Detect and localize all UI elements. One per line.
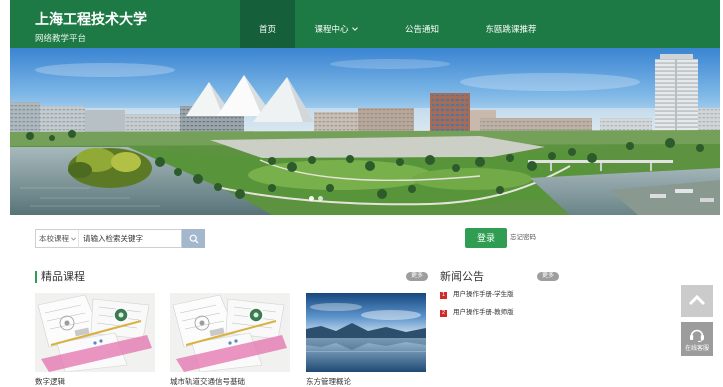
slide-dot[interactable] — [309, 196, 314, 201]
search-scope-label: 本校课程 — [39, 234, 69, 243]
banner-image — [10, 48, 720, 215]
nav-item-label: 东瓯跳课推荐 — [485, 24, 537, 34]
course-thumbnail[interactable] — [35, 293, 155, 372]
course-card[interactable]: 东方管理概论 — [306, 293, 426, 386]
news-item[interactable]: 2 用户操作手册-教师版 — [440, 309, 514, 317]
course-card[interactable]: 数字逻辑 — [35, 293, 155, 386]
course-thumbnail[interactable] — [306, 293, 426, 372]
news-heading: 新闻公告 — [440, 271, 484, 283]
login-button[interactable]: 登录 — [465, 228, 507, 248]
course-thumbnail[interactable] — [170, 293, 290, 372]
site-title[interactable]: 上海工程技术大学 — [35, 11, 147, 27]
news-item[interactable]: 1 用户操作手册-学生版 — [440, 291, 514, 299]
online-service-label: 在线客服 — [684, 346, 709, 352]
news-rank-badge: 2 — [440, 309, 447, 317]
search-button[interactable] — [182, 229, 205, 248]
chevron-down-icon — [71, 237, 76, 241]
course-card[interactable]: 城市轨道交通信号基础 — [170, 293, 290, 386]
courses-more-button[interactable]: 更多 — [406, 272, 428, 281]
slide-indicators — [309, 196, 323, 201]
news-more-button[interactable]: 更多 — [537, 272, 559, 281]
nav-item-announcements[interactable]: 公告通知 — [398, 0, 446, 48]
chevron-down-icon — [351, 27, 358, 31]
section-accent-bar — [35, 271, 37, 283]
news-rank-badge: 1 — [440, 291, 447, 299]
chevron-up-icon — [688, 294, 706, 306]
back-to-top-button[interactable] — [681, 285, 713, 317]
nav-item-label: 首页 — [258, 24, 276, 34]
headset-icon — [690, 329, 704, 342]
site-subtitle: 网络教学平台 — [35, 33, 87, 43]
courses-heading: 精品课程 — [41, 271, 85, 283]
search-scope-select[interactable]: 本校课程 — [35, 229, 78, 248]
news-title[interactable]: 用户操作手册-学生版 — [453, 291, 514, 299]
online-service-button[interactable]: 在线客服 — [681, 322, 713, 356]
search-input[interactable] — [78, 229, 182, 248]
search-icon — [189, 234, 198, 243]
nav-item-home[interactable]: 首页 — [240, 0, 295, 48]
nav-item-label: 课程中心 — [314, 24, 349, 34]
island — [68, 148, 152, 188]
course-title[interactable]: 数字逻辑 — [35, 377, 65, 386]
nav-item-recommended-courses[interactable]: 东瓯跳课推荐 — [480, 0, 542, 48]
slide-dot[interactable] — [318, 196, 323, 201]
banner-slider — [10, 48, 720, 215]
course-title[interactable]: 城市轨道交通信号基础 — [170, 377, 245, 386]
course-title[interactable]: 东方管理概论 — [306, 377, 351, 386]
nav-item-course-center[interactable]: 课程中心 — [310, 0, 362, 48]
nav-item-label: 公告通知 — [404, 24, 439, 34]
news-title[interactable]: 用户操作手册-教师版 — [453, 309, 514, 317]
forgot-password-link[interactable]: 忘记密码 — [510, 234, 536, 242]
